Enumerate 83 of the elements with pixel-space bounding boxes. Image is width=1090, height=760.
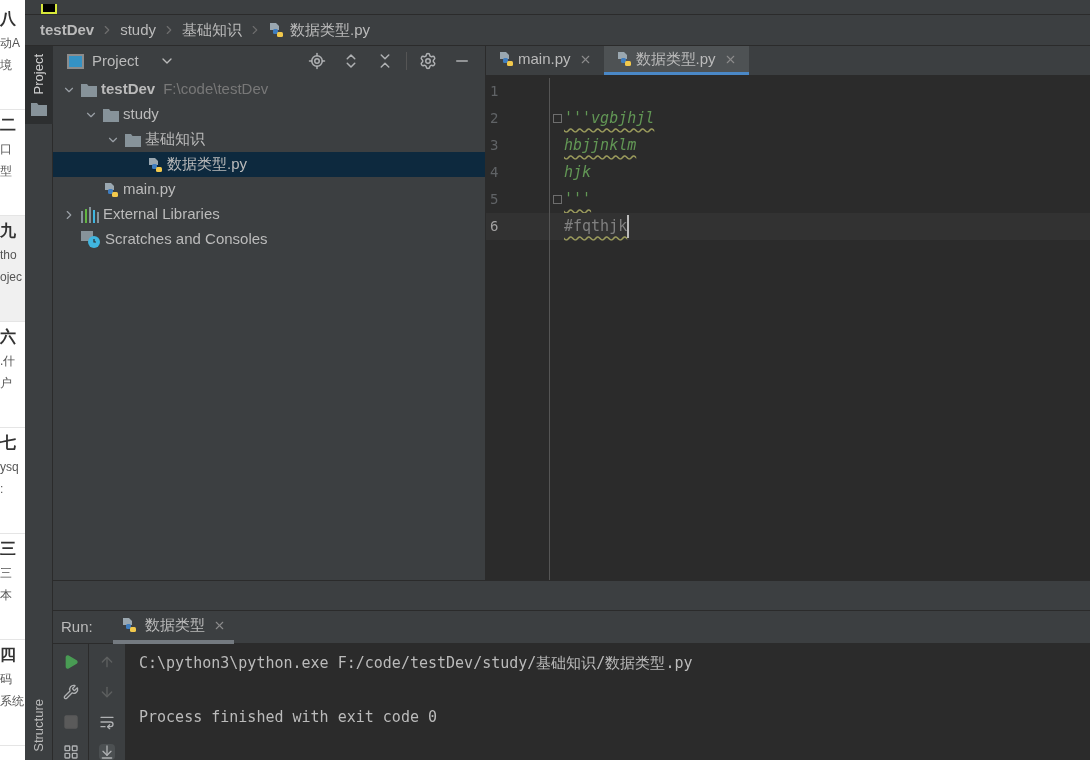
- python-file-icon: [103, 181, 119, 198]
- tree-label: 基础知识: [145, 129, 205, 150]
- article-snippet: 型: [0, 163, 13, 180]
- tree-label: testDev: [101, 79, 156, 100]
- article-snippet: :: [0, 481, 5, 498]
- article-title: 六: [0, 327, 17, 347]
- wrench-icon[interactable]: [62, 684, 79, 700]
- python-file-icon: [268, 22, 285, 38]
- article-title: 八: [0, 9, 17, 29]
- docstring-line: hbjjnklm: [564, 135, 637, 157]
- article-snippet: tho: [0, 247, 18, 264]
- code-editor[interactable]: 1 2 '''vgbjhjl 3 hbjjnklm 4 hjk 5 ''' 6 #fqthjk: [486, 76, 1090, 581]
- docstring-line: ''': [564, 189, 592, 211]
- breadcrumb-item[interactable]: study: [120, 18, 157, 42]
- python-file-icon: [498, 51, 514, 67]
- line-number: 5: [489, 190, 500, 209]
- article-snippet: 本: [0, 587, 13, 604]
- tree-item[interactable]: main.py: [53, 177, 485, 202]
- article-snippet: 户: [0, 375, 13, 392]
- folder-icon: [125, 132, 141, 147]
- project-tool-tab[interactable]: Project: [24, 46, 53, 125]
- line-number: 2: [489, 109, 500, 128]
- project-view-icon: [67, 53, 84, 69]
- fold-marker-icon[interactable]: [552, 114, 562, 123]
- article-snippet: ojec: [0, 269, 23, 286]
- locate-icon[interactable]: [308, 52, 326, 70]
- console-command-line: C:\python3\python.exe F:/code/testDev/study/基础知识/数据类型.py: [139, 653, 694, 674]
- article-title: 二: [0, 115, 17, 135]
- folder-icon: [81, 82, 97, 97]
- tree-item[interactable]: study: [53, 102, 485, 127]
- breadcrumb-item[interactable]: 数据类型.py: [290, 18, 371, 42]
- docstring-line: hjk: [564, 162, 592, 184]
- article-title: 七: [0, 433, 17, 453]
- folder-icon: [30, 102, 47, 117]
- python-file-icon: [120, 617, 137, 633]
- tree-label: 数据类型.py: [167, 154, 247, 175]
- article-title: 四: [0, 645, 17, 665]
- tree-label: main.py: [123, 179, 176, 200]
- article-snippet: 三: [0, 565, 13, 582]
- editor-tab[interactable]: 数据类型.py: [603, 46, 749, 75]
- run-label: Run:: [61, 616, 93, 637]
- path-hint: F:\code\testDev: [163, 79, 269, 100]
- tree-item[interactable]: 数据类型.py: [53, 152, 485, 177]
- structure-tool-tab[interactable]: Structure: [24, 695, 53, 756]
- settings-icon[interactable]: [419, 52, 437, 70]
- breadcrumb-item[interactable]: 基础知识: [182, 18, 243, 42]
- docstring-line: '''vgbjhjl: [564, 108, 655, 130]
- article-card[interactable]: 九 tho ojec: [0, 216, 25, 322]
- editor-tab[interactable]: main.py: [486, 46, 604, 75]
- tree-item[interactable]: 基础知识: [53, 127, 485, 152]
- python-file-icon: [615, 51, 632, 67]
- fold-marker-icon[interactable]: [552, 195, 562, 204]
- line-number: 4: [489, 163, 500, 182]
- tree-label: Scratches and Consoles: [105, 229, 268, 250]
- article-title: 三: [0, 539, 17, 559]
- tree-item[interactable]: External Libraries: [53, 202, 485, 227]
- tree-item[interactable]: testDev F:\code\testDev: [53, 77, 485, 102]
- line-number: 6: [489, 217, 500, 236]
- article-snippet: 境: [0, 57, 13, 74]
- library-bars-icon: [81, 206, 99, 223]
- scroll-to-end-icon[interactable]: [99, 744, 115, 760]
- tree-label: External Libraries: [103, 204, 220, 225]
- tree-label: study: [123, 104, 159, 125]
- article-snippet: 口: [0, 141, 13, 158]
- app-logo-icon: [41, 4, 57, 14]
- line-number: 1: [489, 82, 500, 101]
- python-file-icon: [147, 156, 163, 173]
- tree-item[interactable]: Scratches and Consoles: [53, 227, 485, 252]
- folder-icon: [103, 107, 119, 122]
- article-snippet: .什: [0, 353, 17, 370]
- console-status-line: Process finished with exit code 0: [139, 707, 438, 728]
- article-snippet: 动A: [0, 35, 21, 52]
- article-snippet: 系统: [0, 693, 25, 710]
- article-snippet: ysq: [0, 459, 20, 476]
- article-snippet: 码: [0, 671, 13, 688]
- breadcrumb-item[interactable]: testDev: [40, 18, 95, 42]
- line-number: 3: [489, 136, 500, 155]
- soft-wrap-icon[interactable]: [99, 714, 115, 730]
- code-comment: #fqthjk: [564, 215, 630, 238]
- layout-icon[interactable]: [62, 744, 79, 760]
- scratch-clock-icon: [81, 230, 101, 249]
- panel-title[interactable]: Project: [92, 49, 139, 73]
- article-title: 九: [0, 221, 17, 241]
